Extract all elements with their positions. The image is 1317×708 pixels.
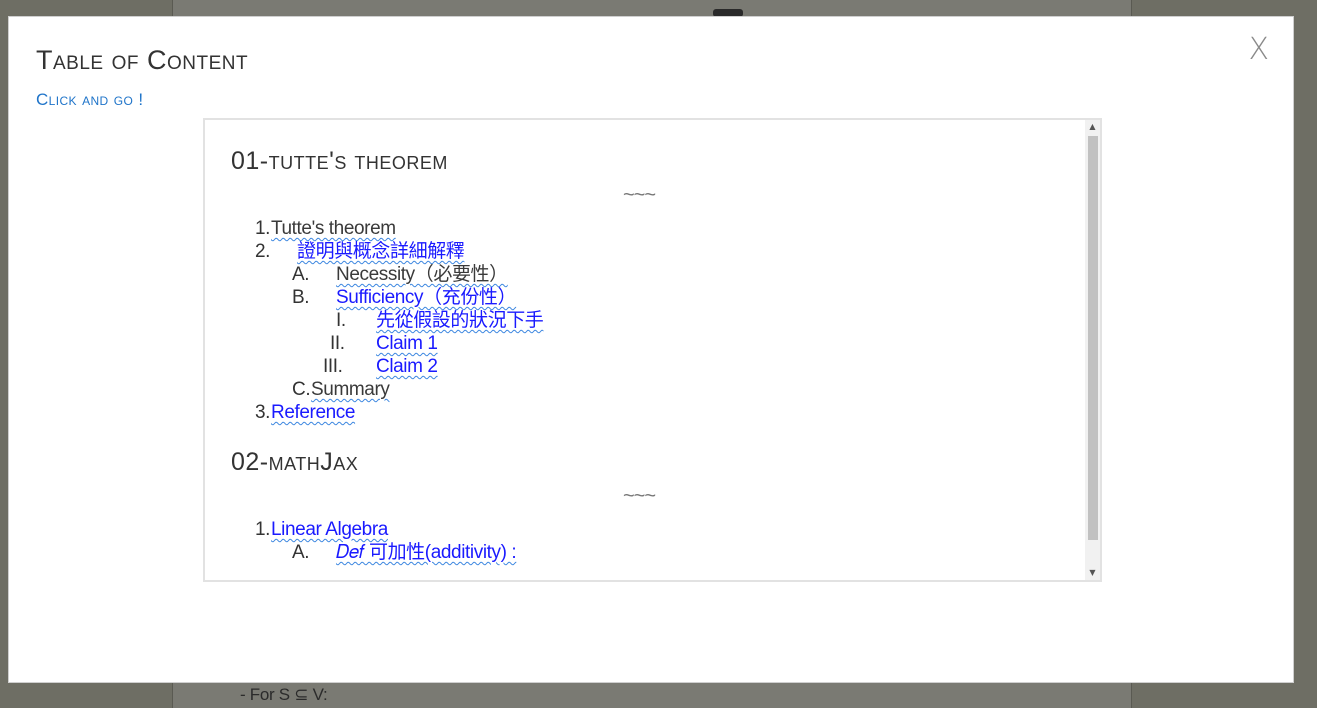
scroll-up-arrow-icon[interactable]: ▲	[1085, 120, 1100, 134]
section-divider: ~~~	[623, 184, 656, 206]
modal-title: Table of Content	[36, 45, 249, 75]
toc-link[interactable]: Claim 1	[376, 333, 438, 355]
toc-link[interactable]: Claim 2	[376, 356, 438, 378]
toc-link[interactable]: 先從假設的狀況下手	[376, 310, 544, 332]
item-number: 2.	[255, 241, 271, 262]
modal-subtitle: Click and go !	[36, 90, 144, 109]
toc-content: 01-tutte's theorem ~~~ 1. Tutte's theore…	[205, 120, 1085, 580]
scroll-down-arrow-icon[interactable]: ▼	[1085, 566, 1100, 580]
toc-scrollbar[interactable]: ▲ ▼	[1085, 120, 1100, 580]
toc-link[interactable]: Tutte's theorem	[271, 218, 396, 240]
toc-link[interactable]: Summary	[311, 379, 390, 401]
item-number: 3.	[255, 402, 271, 423]
item-number: A.	[292, 264, 310, 285]
background-text: - For S ⊆ V:	[240, 685, 328, 704]
toc-link[interactable]: Linear Algebra	[271, 519, 388, 541]
item-number: II.	[330, 333, 345, 354]
item-number: B.	[292, 287, 310, 308]
item-number: I.	[336, 310, 346, 331]
toc-link[interactable]: Reference	[271, 402, 355, 424]
item-number: III.	[323, 356, 343, 377]
toc-link[interactable]: 𝐷𝑒𝑓 可加性(additivity) :	[336, 542, 517, 564]
item-number: C.	[292, 379, 311, 400]
toc-modal: Table of Content Click and go ! X 01-tut…	[8, 16, 1294, 683]
item-number: 1.	[255, 519, 271, 540]
item-number: 1.	[255, 218, 271, 239]
toc-link[interactable]: Necessity（必要性）	[336, 264, 508, 286]
section-title: 01-tutte's theorem	[231, 147, 448, 175]
item-number: A.	[292, 542, 310, 563]
close-button[interactable]: X	[1248, 35, 1269, 65]
section-title: 02-mathJax	[231, 448, 359, 476]
toc-link[interactable]: 證明與概念詳細解釋	[297, 241, 465, 263]
scroll-thumb[interactable]	[1088, 136, 1098, 540]
section-divider: ~~~	[623, 485, 656, 507]
toc-frame[interactable]: 01-tutte's theorem ~~~ 1. Tutte's theore…	[203, 118, 1102, 582]
toc-link[interactable]: Sufficiency（充份性）	[336, 287, 517, 309]
